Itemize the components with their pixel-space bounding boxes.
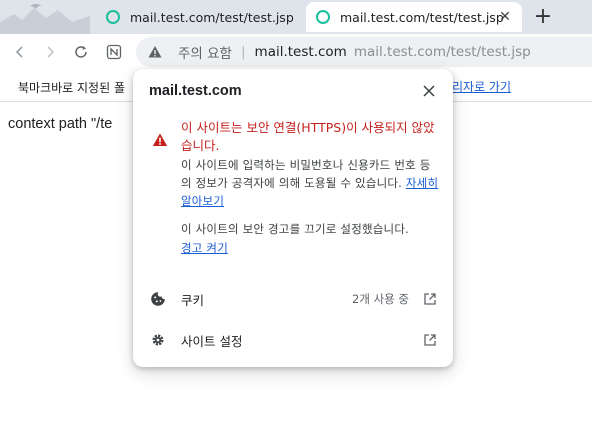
address-bar[interactable]: 주의 요함 | mail.test.com mail.test.com/test… bbox=[136, 37, 592, 67]
warnings-off-text: 이 사이트의 보안 경고를 끄기로 설정했습니다. bbox=[181, 222, 409, 236]
omnibox-url[interactable]: mail.test.com/test/test.jsp bbox=[354, 44, 531, 60]
omnibox-separator: | bbox=[240, 44, 246, 60]
turn-on-warnings-link[interactable]: 경고 켜기 bbox=[181, 241, 228, 255]
site-favicon-icon bbox=[316, 10, 330, 24]
new-tab-button[interactable]: + bbox=[532, 4, 554, 30]
popup-title: mail.test.com bbox=[149, 83, 242, 99]
security-status-text[interactable]: 주의 요함 bbox=[178, 42, 232, 62]
forward-button[interactable] bbox=[38, 40, 62, 64]
site-info-popup: mail.test.com 이 사이트는 보안 연결(HTTPS)이 사용되지 … bbox=[133, 69, 453, 367]
page-body-text: context path "/te bbox=[8, 116, 113, 132]
reload-button[interactable] bbox=[69, 40, 93, 64]
reload-icon bbox=[75, 46, 87, 58]
n-extension-icon bbox=[106, 44, 122, 60]
gear-icon bbox=[152, 334, 164, 346]
cookies-count: 2개 사용 중 bbox=[352, 292, 409, 306]
warning-title: 이 사이트는 보안 연결(HTTPS)이 사용되지 않았습니다. bbox=[181, 120, 435, 153]
tab-inactive[interactable]: mail.test.com/test/test.jsp bbox=[96, 2, 296, 32]
back-button[interactable] bbox=[8, 40, 32, 64]
site-settings-label: 사이트 설정 bbox=[181, 333, 243, 349]
warning-triangle-icon bbox=[152, 133, 168, 146]
tab-strip-decoration bbox=[0, 4, 90, 34]
site-favicon-icon bbox=[106, 10, 120, 24]
not-secure-warning-icon[interactable] bbox=[148, 45, 162, 59]
back-arrow-icon bbox=[15, 46, 23, 58]
cookies-label: 쿠키 bbox=[181, 292, 205, 308]
tab-title: mail.test.com/test/test.jsp bbox=[340, 9, 504, 25]
security-warning-section: 이 사이트는 보안 연결(HTTPS)이 사용되지 않았습니다. 이 사이트에 … bbox=[181, 119, 439, 258]
bookmarks-bar-message: 북마크바로 지정된 폴 bbox=[18, 81, 125, 95]
cookies-row[interactable]: 쿠키 2개 사용 중 bbox=[133, 281, 453, 317]
warning-description: 이 사이트에 입력하는 비밀번호나 신용카드 번호 등의 정보가 공격자에 의해… bbox=[181, 156, 439, 210]
omnibox-domain[interactable]: mail.test.com bbox=[255, 44, 347, 60]
forward-arrow-icon bbox=[47, 46, 55, 58]
external-link-icon bbox=[424, 334, 436, 346]
warning-description-text: 이 사이트에 입력하는 비밀번호나 신용카드 번호 등의 정보가 공격자에 의해… bbox=[181, 158, 431, 190]
cookie-icon bbox=[151, 292, 165, 306]
close-tab-icon[interactable]: ✕ bbox=[498, 10, 512, 24]
site-settings-row[interactable]: 사이트 설정 bbox=[133, 322, 453, 358]
extension-n-button[interactable] bbox=[102, 40, 126, 64]
warnings-off-section: 이 사이트의 보안 경고를 끄기로 설정했습니다. 경고 켜기 bbox=[181, 220, 439, 258]
tab-strip: mail.test.com/test/test.jsp mail.test.co… bbox=[0, 0, 592, 34]
toolbar: 주의 요함 | mail.test.com mail.test.com/test… bbox=[0, 34, 592, 70]
bookmark-manager-link[interactable]: 리자로 가기 bbox=[452, 78, 511, 95]
close-icon[interactable] bbox=[421, 83, 437, 99]
external-link-icon bbox=[424, 293, 436, 305]
tab-title: mail.test.com/test/test.jsp bbox=[130, 9, 294, 25]
tab-active[interactable]: mail.test.com/test/test.jsp ✕ bbox=[306, 2, 522, 32]
